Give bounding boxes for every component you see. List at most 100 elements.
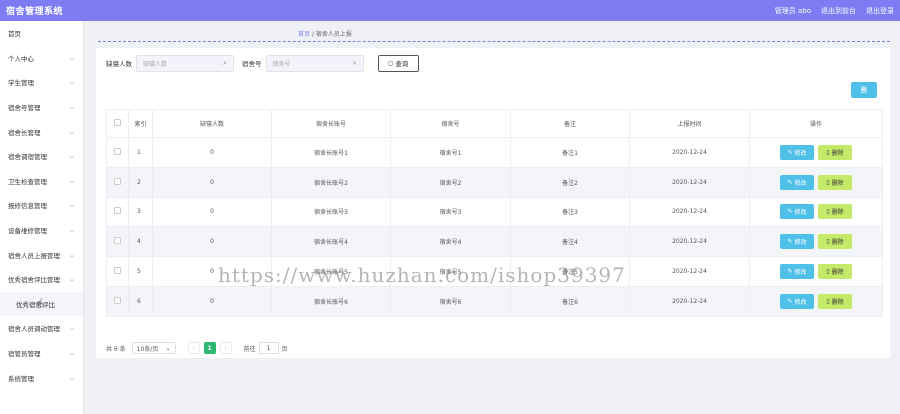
cell-index: 3 <box>128 196 153 228</box>
next-page-button[interactable]: › <box>219 342 232 354</box>
chevron-down-icon: ⌄ <box>67 373 77 382</box>
sidebar-item-label: 宿舍人员上报管理 <box>8 251 60 260</box>
goto-suffix: 页 <box>281 345 288 353</box>
edit-button[interactable]: ✎ 修改 <box>780 144 814 160</box>
delete-button[interactable]: ▯ 删除 <box>818 293 852 309</box>
sidebar-item[interactable]: 学生管理 ⌄ <box>0 70 83 95</box>
sidebar-item[interactable]: 系统管理 ⌄ <box>0 365 83 390</box>
table-row: 5 0 宿舍长账号5 宿舍号5 备注5 2020-12-24 ✎ 修改 ▯ 删除 <box>106 256 883 287</box>
exit-to-front-link[interactable]: 退出到前台 <box>821 6 856 16</box>
edit-icon: ✎ <box>787 297 793 305</box>
sidebar-item-label: 学生管理 <box>8 79 34 88</box>
query-button[interactable]: ○ 查询 <box>377 54 419 72</box>
breadcrumb-current: 宿舍人员上报 <box>315 31 352 38</box>
delete-label: 删除 <box>831 298 844 306</box>
edit-button[interactable]: ✎ 修改 <box>780 264 814 280</box>
cell-note: 备注6 <box>510 285 630 317</box>
row-checkbox-cell[interactable] <box>106 196 129 228</box>
absent-count-label: 缺寝人数 <box>106 60 132 68</box>
delete-button[interactable]: ▯ 删除 <box>818 174 852 190</box>
cell-note: 备注4 <box>510 226 630 258</box>
row-checkbox[interactable] <box>114 147 121 155</box>
goto-page-input[interactable]: 1 <box>258 342 279 354</box>
row-checkbox-cell[interactable] <box>106 285 129 317</box>
edit-icon: ✎ <box>787 178 793 186</box>
chevron-down-icon: ⌄ <box>67 349 77 358</box>
sidebar-item[interactable]: 宿舍调宿管理 ⌄ <box>0 144 83 169</box>
sidebar-item-label: 宿舍号管理 <box>8 104 41 113</box>
cell-room: 宿舍号3 <box>390 196 511 228</box>
app-title: 宿舍管理系统 <box>6 7 64 17</box>
sidebar-item[interactable]: 宿舍长管理 ⌄ <box>0 119 83 144</box>
cell-absent: 0 <box>152 137 272 168</box>
chevron-down-icon: ⌄ <box>67 78 77 87</box>
sidebar-item-label: 个人中心 <box>8 54 34 63</box>
cell-room: 宿舍号4 <box>390 226 511 258</box>
edit-label: 修改 <box>794 209 807 217</box>
cell-absent: 0 <box>152 226 272 258</box>
data-table: 索引 缺寝人数 宿舍长账号 宿舍号 备注 上报时间 操作 1 0 宿舍长账号1 宿舍号… <box>106 109 883 317</box>
delete-button[interactable]: ▯ 删除 <box>818 144 852 160</box>
cell-time: 2020-12-24 <box>629 226 750 258</box>
cell-account: 宿舍长账号3 <box>271 196 391 228</box>
row-checkbox-cell[interactable] <box>106 226 129 258</box>
column-header-room: 宿舍号 <box>390 109 511 138</box>
edit-button[interactable]: ✎ 修改 <box>780 234 814 250</box>
row-checkbox[interactable] <box>114 296 121 304</box>
prev-page-button[interactable]: ‹ <box>187 342 200 354</box>
breadcrumb-separator: / <box>311 31 314 38</box>
goto-label: 前往 <box>243 345 256 353</box>
current-page-button[interactable]: 1 <box>203 342 216 354</box>
sidebar-item[interactable]: 优秀宿舍评比管理 ⌄ <box>0 267 83 292</box>
batch-delete-button[interactable]: 删 <box>851 82 877 98</box>
sidebar-item[interactable]: 宿舍号管理 ⌄ <box>0 95 83 120</box>
breadcrumb-home[interactable]: 首页 <box>298 31 310 38</box>
sidebar-item[interactable]: 设备维修管理 ⌄ <box>0 218 83 243</box>
search-icon: ⌕ <box>352 58 357 67</box>
page-size-select[interactable]: 10条/页 ⌄ <box>131 342 176 354</box>
cell-time: 2020-12-24 <box>629 285 750 317</box>
edit-button[interactable]: ✎ 修改 <box>780 204 814 220</box>
chevron-down-icon: ⌄ <box>67 53 77 62</box>
top-right-links: 管理员 abo 退出到前台 退出登录 <box>775 6 894 16</box>
cell-account: 宿舍长账号5 <box>271 256 391 287</box>
chevron-down-icon: ⌄ <box>165 344 171 352</box>
sidebar-item[interactable]: 宿舍人员上报管理 ⌄ <box>0 242 83 267</box>
cell-absent: 0 <box>152 166 272 198</box>
logout-link[interactable]: 退出登录 <box>866 6 894 16</box>
sidebar-item[interactable]: 卫生检查管理 ⌄ <box>0 169 83 194</box>
room-number-input[interactable]: 宿舍号 ⌕ <box>265 54 364 72</box>
delete-button[interactable]: ▯ 删除 <box>818 234 852 250</box>
edit-button[interactable]: ✎ 修改 <box>780 293 814 309</box>
sidebar-item[interactable]: 宿舍人员调动管理 ⌄ <box>0 316 83 341</box>
row-checkbox[interactable] <box>114 177 121 185</box>
chevron-right-icon: › <box>224 344 227 352</box>
absent-count-input[interactable]: 缺寝人数 ⌕ <box>136 54 234 72</box>
row-checkbox[interactable] <box>114 237 121 245</box>
column-header-account: 宿舍长账号 <box>271 109 391 138</box>
delete-label: 删除 <box>831 209 844 217</box>
sidebar-item[interactable]: 报修信息管理 ⌄ <box>0 193 83 218</box>
select-all-checkbox-cell[interactable] <box>106 109 129 138</box>
breadcrumb: 首页 / 宿舍人员上报 <box>298 29 352 38</box>
edit-icon: ✎ <box>787 238 793 246</box>
delete-button[interactable]: ▯ 删除 <box>818 264 852 280</box>
cell-time: 2020-12-24 <box>629 137 750 168</box>
sidebar-item[interactable]: 个人中心 ⌄ <box>0 46 83 71</box>
sidebar-item[interactable]: 宿管员管理 ⌄ <box>0 341 83 366</box>
row-checkbox[interactable] <box>114 207 121 215</box>
edit-button[interactable]: ✎ 修改 <box>780 174 814 190</box>
table-row: 1 0 宿舍长账号1 宿舍号1 备注1 2020-12-24 ✎ 修改 ▯ 删除 <box>106 137 883 168</box>
query-label: 查询 <box>395 60 409 68</box>
sidebar-item[interactable]: 首页 <box>0 21 83 46</box>
column-header-index: 索引 <box>128 109 153 138</box>
row-checkbox-cell[interactable] <box>106 256 129 287</box>
select-all-checkbox[interactable] <box>114 119 121 126</box>
row-checkbox-cell[interactable] <box>106 166 129 198</box>
row-checkbox-cell[interactable] <box>106 137 129 168</box>
delete-button[interactable]: ▯ 删除 <box>818 204 852 220</box>
edit-label: 修改 <box>794 179 807 187</box>
row-checkbox[interactable] <box>114 267 121 275</box>
column-header-note: 备注 <box>510 109 630 138</box>
table-row: 4 0 宿舍长账号4 宿舍号4 备注4 2020-12-24 ✎ 修改 ▯ 删除 <box>106 226 883 258</box>
